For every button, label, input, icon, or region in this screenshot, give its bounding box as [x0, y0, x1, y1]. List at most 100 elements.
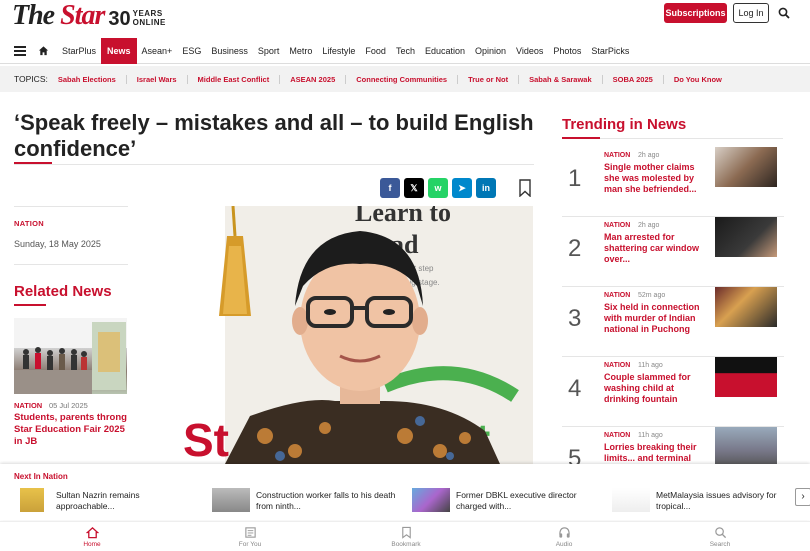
nav-item-starplus[interactable]: StarPlus [57, 38, 101, 64]
related-news-category[interactable]: NATION [14, 401, 42, 410]
trending-rank: 1 [568, 165, 582, 192]
nav-item-videos[interactable]: Videos [511, 38, 548, 64]
logo-the: The [12, 0, 61, 31]
linkedin-share-icon[interactable]: in [476, 178, 496, 198]
topic-link[interactable]: ASEAN 2025 [279, 74, 345, 84]
nav-item-metro[interactable]: Metro [284, 38, 317, 64]
topic-link[interactable]: Do You Know [662, 74, 732, 84]
divider [600, 138, 783, 139]
bookmark-icon[interactable] [518, 179, 532, 197]
trending-thumbnail[interactable] [715, 357, 777, 397]
trending-item[interactable]: 1 NATION 2h ago Single mother claims she wa… [562, 147, 784, 217]
bottom-tab-bar: Home For You Bookmark Audio Search [0, 521, 810, 551]
next-thumbnail[interactable] [212, 488, 250, 512]
tab-for-you[interactable]: For You [220, 526, 280, 548]
next-title[interactable]: Construction worker falls to his death f… [256, 490, 396, 512]
trending-item[interactable]: 3 NATION 52m ago Six held in connection wit… [562, 287, 784, 357]
next-title[interactable]: MetMalaysia issues advisory for tropical… [656, 490, 796, 512]
related-news-title[interactable]: Students, parents throng Star Education … [14, 412, 130, 448]
heading-accent [562, 137, 600, 139]
next-title[interactable]: Former DBKL executive director charged w… [456, 490, 596, 512]
topic-link[interactable]: True or Not [457, 74, 518, 84]
nav-item-sport[interactable]: Sport [253, 38, 285, 64]
whatsapp-share-icon[interactable]: w [428, 178, 448, 198]
trending-title[interactable]: Single mother claims she was molested by… [604, 162, 708, 195]
nav-item-news[interactable]: News [101, 37, 137, 64]
trending-title[interactable]: Six held in connection with murder of In… [604, 302, 708, 335]
nav-item-tech[interactable]: Tech [391, 38, 420, 64]
trending-title[interactable]: Couple slammed for washing child at drin… [604, 372, 708, 405]
topics-label: TOPICS: [14, 74, 48, 84]
divider [14, 206, 128, 207]
nav-item-esg[interactable]: ESG [177, 38, 206, 64]
trending-category[interactable]: NATION [604, 152, 630, 159]
telegram-share-icon[interactable]: ➤ [452, 178, 472, 198]
trending-time: 52m ago [638, 292, 666, 299]
related-news-image[interactable] [14, 318, 127, 394]
nav-item-starpicks[interactable]: StarPicks [586, 38, 634, 64]
trending-thumbnail[interactable] [715, 287, 777, 327]
trending-time: 11h ago [638, 432, 663, 439]
heading-accent [14, 304, 46, 306]
topic-link[interactable]: SOBA 2025 [601, 74, 663, 84]
nav-item-food[interactable]: Food [360, 38, 391, 64]
trending-thumbnail[interactable] [715, 217, 777, 257]
next-thumbnail[interactable] [412, 488, 450, 512]
next-thumbnail[interactable] [612, 488, 650, 512]
next-arrow-button[interactable]: › [795, 488, 810, 506]
trending-item[interactable]: 4 NATION 11h ago Couple slammed for washing… [562, 357, 784, 427]
nav-item-business[interactable]: Business [206, 38, 253, 64]
subscriptions-button[interactable]: Subscriptions [664, 3, 727, 23]
login-button[interactable]: Log In [733, 3, 769, 23]
topic-link[interactable]: Sabah & Sarawak [518, 74, 602, 84]
tab-audio[interactable]: Audio [534, 526, 594, 548]
svg-text:St: St [183, 414, 229, 464]
nav-items: StarPlus News Asean+ ESG Business Sport Metro L… [57, 37, 634, 64]
trending-thumbnail[interactable] [715, 147, 777, 187]
home-icon [85, 526, 99, 539]
trending-thumbnail[interactable] [715, 427, 777, 467]
divider [14, 164, 534, 165]
nav-item-photos[interactable]: Photos [548, 38, 586, 64]
topics-list: Sabah Elections Israel Wars Middle East Co… [56, 74, 732, 84]
logo-star: Star [60, 0, 105, 31]
topic-link[interactable]: Israel Wars [125, 74, 187, 84]
trending-category[interactable]: NATION [604, 362, 630, 369]
trending-time: 2h ago [638, 152, 660, 159]
nav-item-lifestyle[interactable]: Lifestyle [317, 38, 360, 64]
next-in-nation-bar: Next In Nation Sultan Nazrin remains app… [0, 464, 810, 520]
trending-rank: 3 [568, 305, 582, 332]
nav-item-opinion[interactable]: Opinion [470, 38, 511, 64]
trending-title[interactable]: Man arrested for shattering car window o… [604, 232, 708, 265]
related-news-date: 05 Jul 2025 [49, 401, 88, 410]
nav-item-education[interactable]: Education [420, 38, 470, 64]
next-thumbnail[interactable] [20, 488, 44, 512]
hamburger-menu-icon[interactable] [14, 45, 26, 56]
nav-item-asean-[interactable]: Asean+ [137, 38, 178, 64]
trending-item[interactable]: 2 NATION 2h ago Man arrested for shattering… [562, 217, 784, 287]
trending-category[interactable]: NATION [604, 432, 630, 439]
topic-link[interactable]: Connecting Communities [345, 74, 457, 84]
bookmark-icon [401, 526, 411, 539]
search-icon [714, 527, 726, 539]
title-accent [14, 162, 52, 164]
trending-time: 2h ago [638, 222, 660, 229]
site-logo[interactable]: The Star 30 YEARS ONLINE [12, 0, 166, 31]
trending-category[interactable]: NATION [604, 222, 630, 229]
tab-home[interactable]: Home [62, 526, 122, 548]
next-title[interactable]: Sultan Nazrin remains approachable... [56, 490, 196, 512]
article-category[interactable]: NATION [14, 219, 44, 228]
home-icon[interactable] [38, 45, 49, 56]
topic-link[interactable]: Middle East Conflict [186, 74, 280, 84]
tab-search[interactable]: Search [690, 526, 750, 548]
article-hero-image: Learn to ad ght step big stage. St t [155, 206, 533, 464]
trending-title[interactable]: Lorries breaking their limits... and ter… [604, 442, 708, 464]
topic-link[interactable]: Sabah Elections [56, 75, 126, 84]
facebook-share-icon[interactable]: f [380, 178, 400, 198]
x-share-icon[interactable]: 𝕏 [404, 178, 424, 198]
search-icon[interactable] [778, 7, 790, 19]
tab-bookmark[interactable]: Bookmark [376, 526, 436, 548]
portrait-photo: St t [155, 206, 519, 464]
trending-rank: 4 [568, 375, 582, 402]
trending-category[interactable]: NATION [604, 292, 630, 299]
